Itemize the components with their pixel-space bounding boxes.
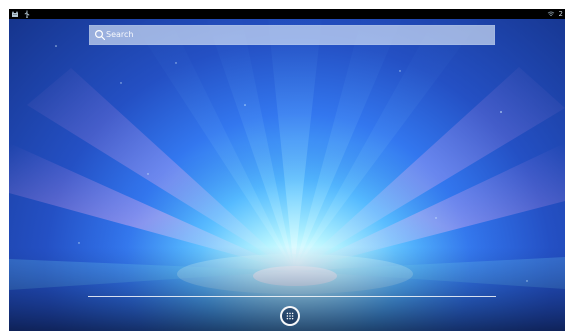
time-fragment: 2 [558, 10, 563, 18]
dock-divider [88, 296, 496, 297]
status-right-area: 2 [547, 9, 563, 19]
all-apps-icon [286, 312, 294, 320]
status-bar: 2 [9, 9, 565, 19]
android-home-screen: 2 Search [9, 9, 565, 331]
search-icon [94, 29, 106, 41]
search-bar[interactable]: Search [89, 25, 495, 45]
status-left-icons [11, 10, 31, 18]
wifi-icon [547, 11, 554, 17]
aurora-wallpaper [9, 9, 565, 331]
search-placeholder: Search [106, 30, 134, 39]
usb-icon [24, 10, 30, 18]
cat-icon [12, 11, 18, 17]
all-apps-button[interactable] [280, 306, 300, 326]
